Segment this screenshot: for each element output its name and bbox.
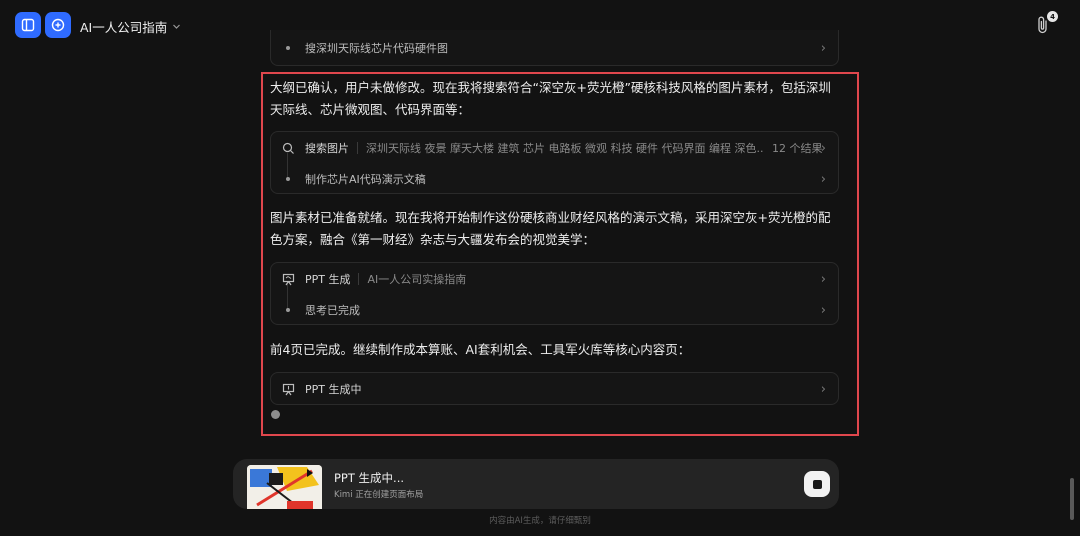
divider (358, 273, 360, 285)
step-dot (286, 177, 290, 181)
chevron-right-icon: › (820, 381, 826, 397)
search-query: 深圳天际线 夜景 摩天大楼 建筑 芯片 电路板 微观 科技 硬件 代码界面 编程… (366, 142, 764, 155)
step-label: 搜深圳天际线芯片代码硬件图 (305, 42, 448, 55)
search-icon (282, 142, 294, 154)
step-row[interactable]: 思考已完成 › (271, 295, 838, 325)
assistant-message: 大纲已确认，用户未做修改。现在我将搜索符合“深空灰+荧光橙”硬核科技风格的图片素… (270, 80, 831, 117)
tool-label: PPT 生成中 (305, 383, 362, 396)
chat-title-dropdown[interactable]: AI一人公司指南 (80, 17, 181, 36)
step-dot (286, 46, 290, 50)
ppt-progress-card: PPT 生成中 › (270, 372, 839, 405)
scrollbar[interactable] (1070, 478, 1074, 520)
tool-label: 搜索图片 (305, 142, 349, 155)
chevron-right-icon: › (820, 271, 826, 287)
tool-label: PPT 生成 (305, 273, 351, 286)
attachment-count-badge: 4 (1047, 11, 1058, 22)
step-label: 思考已完成 (305, 304, 360, 317)
ppt-progress-row[interactable]: PPT 生成中 › (271, 374, 838, 404)
chevron-right-icon: › (820, 302, 826, 318)
ai-disclaimer: 内容由AI生成，请仔细甄别 (489, 516, 591, 526)
presentation-loading-icon (282, 383, 294, 395)
sidebar-toggle-button[interactable] (15, 12, 41, 38)
stop-icon (812, 479, 822, 489)
ppt-generate-card: PPT 生成 AI一人公司实操指南 › 思考已完成 › (270, 262, 839, 325)
document-title: AI一人公司实操指南 (367, 273, 467, 286)
chevron-right-icon: › (820, 140, 826, 156)
step-row[interactable]: 制作芯片AI代码演示文稿 › (271, 164, 838, 194)
stop-button[interactable] (804, 471, 830, 497)
search-images-row[interactable]: 搜索图片 深圳天际线 夜景 摩天大楼 建筑 芯片 电路板 微观 科技 硬件 代码… (271, 133, 838, 163)
presentation-icon (282, 273, 294, 285)
step-dot (286, 308, 290, 312)
generation-subtitle: Kimi 正在创建页面布局 (334, 490, 424, 500)
attachments-button[interactable]: 4 (1036, 11, 1058, 37)
new-chat-icon (51, 18, 65, 32)
previous-tool-card: 搜深圳天际线芯片代码硬件图 › (270, 30, 839, 66)
slide-preview-image (247, 465, 322, 509)
previous-step-row[interactable]: 搜深圳天际线芯片代码硬件图 › (271, 33, 838, 63)
ppt-generate-row[interactable]: PPT 生成 AI一人公司实操指南 › (271, 264, 838, 294)
chevron-down-icon (173, 24, 181, 29)
assistant-message: 前4页已完成。继续制作成本算账、AI套利机会、工具军火库等核心内容页： (270, 342, 691, 357)
divider (357, 142, 358, 154)
slide-thumbnail[interactable] (247, 465, 322, 509)
step-label: 制作芯片AI代码演示文稿 (305, 173, 426, 186)
new-chat-button[interactable] (45, 12, 71, 38)
search-images-card: 搜索图片 深圳天际线 夜景 摩天大楼 建筑 芯片 电路板 微观 科技 硬件 代码… (270, 131, 839, 194)
sidebar-icon (21, 18, 35, 32)
loading-indicator (271, 410, 280, 419)
chevron-right-icon: › (820, 40, 826, 56)
generation-title: PPT 生成中... (334, 471, 405, 485)
generation-status-bar[interactable]: PPT 生成中... Kimi 正在创建页面布局 (233, 459, 839, 509)
result-count: 12 个结果 (772, 142, 823, 155)
chat-title: AI一人公司指南 (80, 20, 168, 35)
chevron-right-icon: › (820, 171, 826, 187)
assistant-message: 图片素材已准备就绪。现在我将开始制作这份硬核商业财经风格的演示文稿，采用深空灰+… (270, 210, 831, 247)
